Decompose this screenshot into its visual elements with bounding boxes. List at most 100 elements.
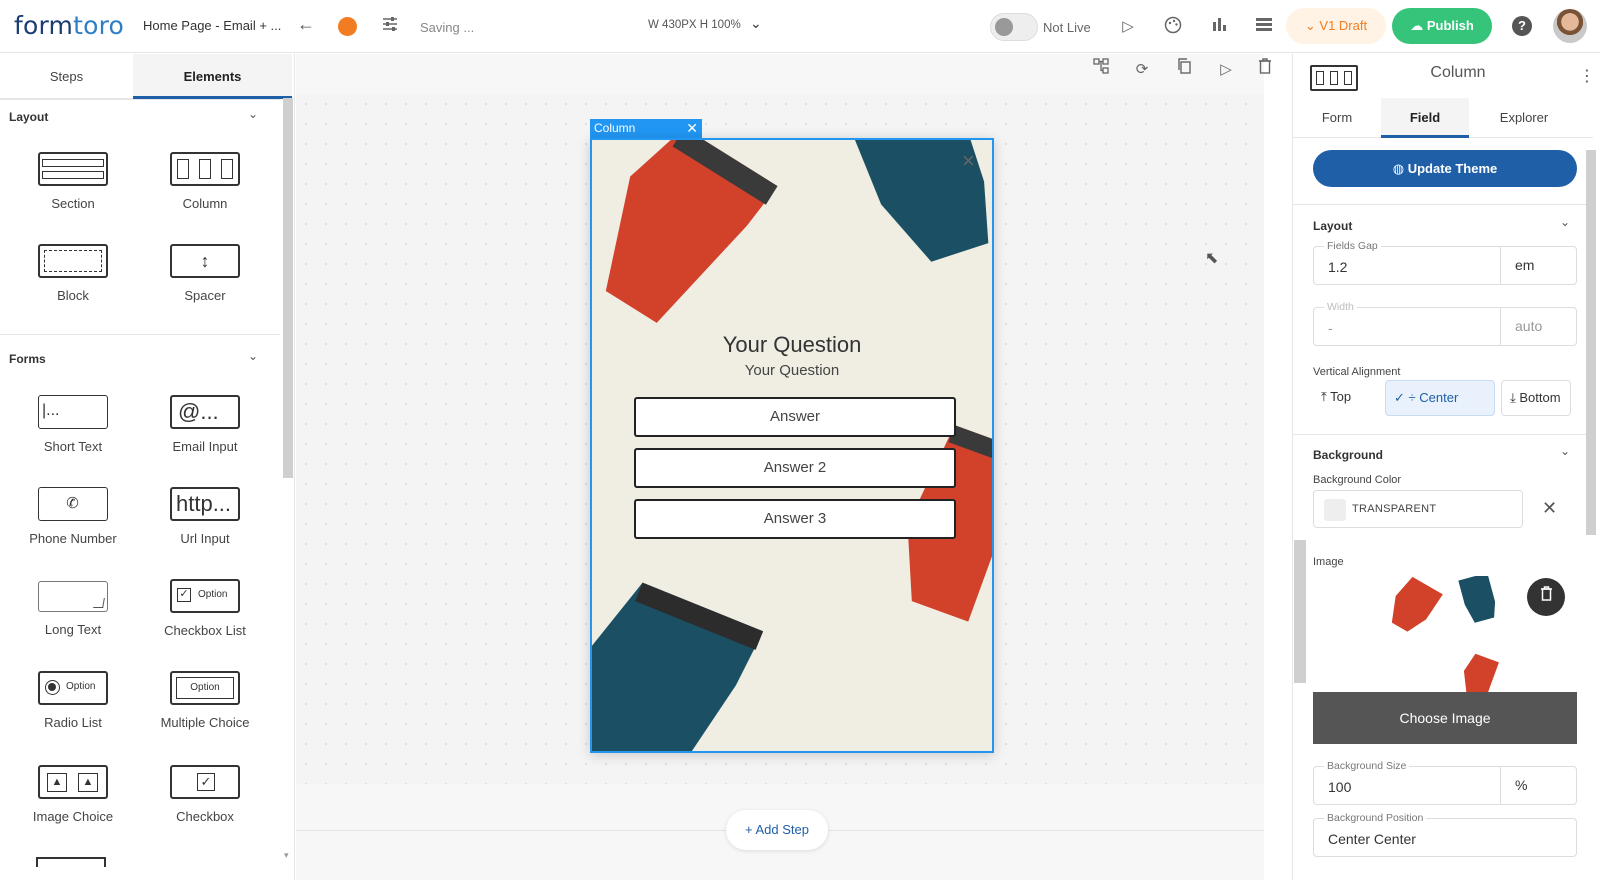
element-url-input[interactable]: http... Url Input [140,487,270,546]
close-icon[interactable]: × [962,148,975,174]
url-glyph: http... [176,491,232,516]
tab-steps[interactable]: Steps [0,54,133,99]
publish-label: Publish [1426,18,1474,33]
cloud-upload-icon: ☁ [1410,18,1427,33]
live-toggle[interactable] [990,13,1038,41]
avatar[interactable] [1553,9,1587,43]
column-badge-label: Column [594,121,636,135]
palette-icon[interactable] [1162,16,1184,38]
scrollbar[interactable] [1294,540,1306,683]
chevron-down-icon[interactable]: ⌄ [248,349,258,363]
element-phone-number[interactable]: ✆ Phone Number [8,487,138,546]
element-short-text[interactable]: |... Short Text [8,395,138,454]
field-value[interactable]: 1.2 [1328,259,1347,275]
help-icon[interactable]: ? [1512,16,1532,36]
logo[interactable]: formtoro [14,11,124,40]
background-size-field[interactable]: Background Size 100 % [1313,760,1578,805]
element-multiple-choice[interactable]: Option Multiple Choice [140,671,270,730]
close-icon[interactable]: ✕ [686,119,698,138]
element-block[interactable]: Block [8,244,138,303]
trash-icon[interactable] [1527,578,1565,616]
element-email-input[interactable]: @... Email Input [140,395,270,454]
check-icon: ✓ ÷ [1394,390,1420,405]
background-position-field[interactable]: Background Position Center Center [1313,812,1577,857]
unit-select[interactable]: % [1500,767,1578,804]
option-text: Option [198,589,228,600]
unit-select[interactable]: auto [1500,308,1578,345]
unit-select[interactable]: em [1500,247,1578,284]
choose-image-button[interactable]: Choose Image [1313,692,1577,744]
element-label: Email Input [172,439,238,454]
close-icon[interactable]: ✕ [1542,498,1557,519]
element-radio-list[interactable]: Option Radio List [8,671,138,730]
scrollbar[interactable] [283,98,293,478]
chevron-down-icon[interactable]: ⌄ [1560,215,1570,229]
update-theme-button[interactable]: ◍ Update Theme [1313,150,1577,187]
play-icon[interactable]: ▷ [1214,58,1238,82]
tab-explorer[interactable]: Explorer [1469,98,1579,138]
fields-gap-field[interactable]: Fields Gap 1.2 em [1313,240,1578,285]
field-value[interactable]: Center Center [1328,831,1416,847]
scroll-down-icon[interactable]: ▾ [284,850,289,861]
scrollbar[interactable] [1586,150,1596,535]
play-icon[interactable]: ▷ [1117,16,1139,38]
add-step-button[interactable]: + Add Step [726,810,828,850]
list-icon[interactable] [1253,16,1275,38]
tab-field[interactable]: Field [1381,98,1469,138]
refresh-icon[interactable]: ⟳ [1130,58,1154,82]
column-icon [170,152,240,186]
tab-elements[interactable]: Elements [133,54,292,99]
more-vertical-icon[interactable]: ⋮ [1579,66,1595,86]
breadcrumb[interactable]: Home Page - Email + ... [143,18,281,33]
field-value[interactable]: - [1328,320,1333,336]
chevron-down-icon[interactable]: ⌄ [1560,444,1570,458]
arrow-left-icon[interactable]: ← [297,14,315,35]
element-partial[interactable] [36,857,106,867]
element-image-choice[interactable]: ▲ ▲ Image Choice [8,765,138,824]
answer-button[interactable]: Answer [634,397,956,437]
color-swatch[interactable] [1324,499,1346,521]
publish-button[interactable]: ☁ Publish [1392,8,1492,44]
copy-icon[interactable] [1172,58,1196,82]
spacer-icon: ↕ [170,244,240,278]
element-checkbox[interactable]: ✓ Checkbox [140,765,270,824]
color-dot-icon[interactable] [338,17,357,36]
url-icon: http... [170,487,240,521]
width-field[interactable]: Width - auto [1313,301,1578,346]
field-value[interactable]: 100 [1328,779,1351,795]
answer-button[interactable]: Answer 2 [634,448,956,488]
field-label: Fields Gap [1324,240,1381,252]
tab-form[interactable]: Form [1293,98,1381,138]
answer-button[interactable]: Answer 3 [634,499,956,539]
email-icon: @... [170,395,240,429]
valign-top[interactable]: ⤒ Top [1313,380,1379,416]
element-column[interactable]: Column [140,152,270,211]
chevron-down-icon[interactable]: ⌄ [750,15,762,32]
column-badge[interactable]: Column ✕ [590,119,702,138]
element-label: Multiple Choice [160,715,250,730]
sliders-icon[interactable] [382,16,398,35]
popup-preview[interactable]: × Your Question Your Question Answer Ans… [590,138,994,753]
version-draft-button[interactable]: ⌄ V1 Draft [1286,8,1386,44]
valign-center[interactable]: ✓ ÷ Center [1385,380,1495,416]
background-color-field[interactable]: TRANSPARENT [1313,490,1523,528]
section-icon [38,152,108,186]
element-section[interactable]: Section [8,152,138,211]
element-label: Short Text [43,439,103,454]
multiple-choice-icon: Option [170,671,240,705]
element-long-text[interactable]: Long Text [8,581,138,637]
chevron-down-icon[interactable]: ⌄ [248,107,258,121]
element-spacer[interactable]: ↕ Spacer [140,244,270,303]
bar-chart-icon[interactable] [1208,16,1230,38]
trash-icon[interactable] [1253,58,1277,82]
element-label: Column [182,196,228,211]
question-title[interactable]: Your Question [592,332,992,358]
divider [0,334,280,335]
element-checkbox-list[interactable]: ✓ Option Checkbox List [140,579,270,638]
question-subtitle[interactable]: Your Question [592,362,992,379]
hierarchy-icon[interactable] [1089,58,1113,82]
live-status-label: Not Live [1043,20,1091,35]
valign-bottom[interactable]: ⤓ Bottom [1501,380,1571,416]
right-tabs: Form Field Explorer [1293,98,1593,138]
viewport-dimensions[interactable]: W 430PX H 100% [648,19,741,31]
